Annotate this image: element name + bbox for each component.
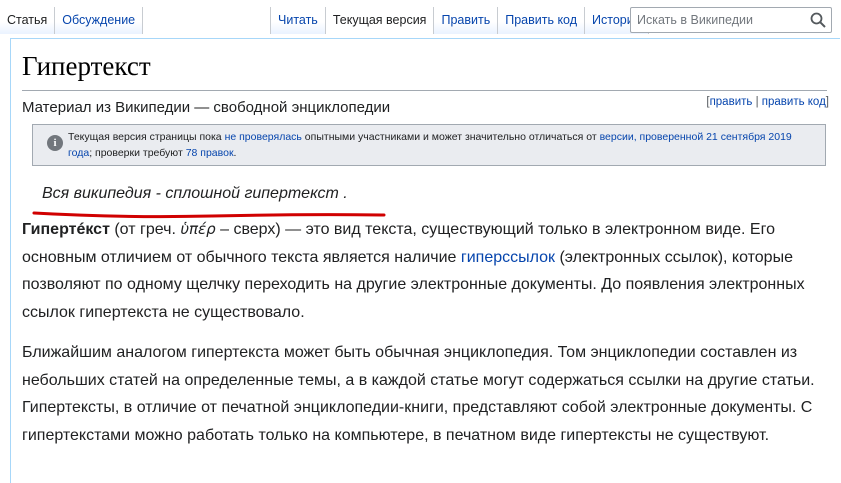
notice-text-4: . [233,147,237,159]
quote-tail: . [338,185,348,202]
hyperlinks-link[interactable]: гиперссылок [461,249,555,266]
site-subtitle: Материал из Википедии — свободной энцикл… [22,99,391,116]
quote-text: Вся википедия - сплошной гипертекст [42,185,339,202]
notice-text-1: Текущая версия страницы пока [68,131,225,143]
edit-source-link[interactable]: править код [762,96,826,108]
p1-text-1: (от греч. [109,221,181,238]
unreviewed-version-notice: i Текущая версия страницы пока не провер… [32,124,826,166]
tab-read[interactable]: Читать [270,7,326,34]
edit-links-separator: | [752,96,762,108]
article-content: Гипертекст Материал из Википедии — свобо… [10,38,840,483]
page-tabs-bar: Статья Обсуждение Читать Текущая версия … [0,0,841,38]
tab-talk[interactable]: Обсуждение [55,7,144,34]
intro-paragraph: Гипертéкст (от греч. ὑπέρ – сверх) — это… [22,216,832,326]
info-icon: i [47,135,63,151]
bracket-close: ] [825,96,829,108]
tab-edit-source[interactable]: Править код [498,7,586,34]
namespace-tabs: Статья Обсуждение [0,7,144,34]
notice-text-3: ; проверки требуют [89,147,186,159]
magnifier-icon[interactable] [809,11,827,29]
view-tabs: Читать Текущая версия Править Править ко… [270,7,649,34]
search-box [630,7,832,33]
epigraph-quote: Вся википедия - сплошной гипертекст . [42,185,348,203]
notice-text-2: опытными участниками и может значительно… [301,131,600,143]
not-reviewed-link[interactable]: не проверялась [225,131,302,143]
tab-article[interactable]: Статья [0,7,56,34]
page-edit-links: [править | править код] [706,96,829,108]
search-input[interactable] [631,8,813,32]
pending-edits-link[interactable]: 78 правок [186,147,234,159]
tab-current-version[interactable]: Текущая версия [325,7,435,34]
title-divider [22,90,827,91]
second-paragraph: Ближайшим аналогом гипертекста может быт… [22,344,815,444]
tab-edit[interactable]: Править [434,7,499,34]
article-term: Гипертéкст [22,221,110,238]
notice-text: Текущая версия страницы пока не проверял… [68,129,813,161]
page-title: Гипертекст [22,51,151,81]
greek-word: ὑπέρ [180,220,216,238]
edit-link[interactable]: править [710,96,753,108]
